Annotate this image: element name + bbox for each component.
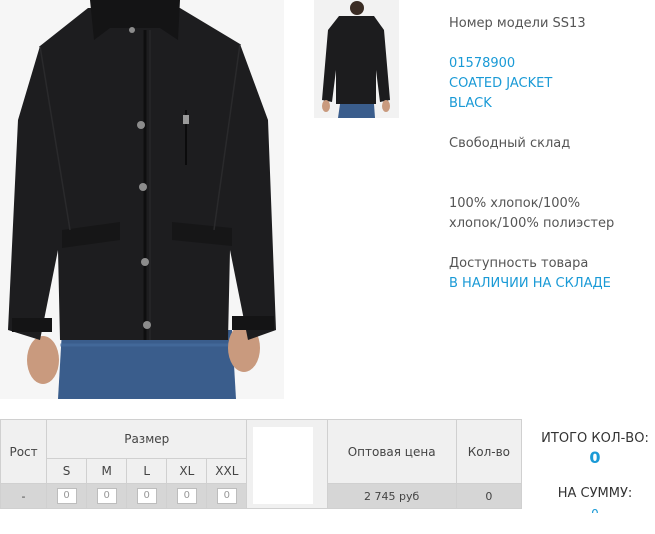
price-column-header: Оптовая цена [326, 419, 457, 484]
qty-input-xl[interactable]: 0 [176, 488, 197, 504]
product-thumbnail-back[interactable] [314, 0, 399, 118]
row-height: - [0, 483, 48, 509]
total-qty-label: ИТОГО КОЛ-ВО: [541, 431, 649, 446]
product-color[interactable]: BLACK [449, 94, 655, 114]
product-photo-main[interactable] [0, 0, 284, 399]
product-info: Номер модели SS13 01578900 COATED JACKET… [449, 14, 655, 294]
composition-line-2: хлопок/100% полиэстер [449, 216, 615, 231]
size-label-s: S [46, 458, 88, 484]
product-name[interactable]: COATED JACKET [449, 74, 655, 94]
availability-label: Доступность товара [449, 256, 589, 271]
qty-input-m[interactable]: 0 [96, 488, 117, 504]
composition-line-1: 100% хлопок/100% [449, 196, 581, 211]
qty-input-s[interactable]: 0 [56, 488, 77, 504]
product-preview-placeholder [253, 427, 313, 504]
jacket-back-image [314, 0, 399, 118]
qty-input-xxl[interactable]: 0 [216, 488, 237, 504]
size-label-xl: XL [166, 458, 208, 484]
height-column-header: Рост [0, 419, 48, 484]
total-sum-value: 0 [535, 507, 655, 513]
row-qty: 0 [455, 483, 523, 509]
size-label-xxl: XXL [206, 458, 248, 484]
availability-status: В НАЛИЧИИ НА СКЛАДЕ [449, 276, 611, 291]
total-qty-value: 0 [589, 448, 601, 467]
size-column-header: Размер [46, 419, 248, 459]
size-label-m: M [86, 458, 128, 484]
product-sku[interactable]: 01578900 [449, 54, 655, 74]
size-label-l: L [126, 458, 168, 484]
model-number: Номер модели SS13 [449, 16, 586, 31]
order-totals: ИТОГО КОЛ-ВО: 0 НА СУММУ: 0 [535, 431, 655, 513]
total-sum-label: НА СУММУ: [557, 486, 633, 501]
row-price: 2 745 руб [326, 483, 457, 509]
warehouse-label: Свободный склад [449, 136, 571, 151]
jacket-image [0, 0, 284, 399]
qty-column-header: Кол-во [455, 419, 523, 484]
qty-input-l[interactable]: 0 [136, 488, 157, 504]
